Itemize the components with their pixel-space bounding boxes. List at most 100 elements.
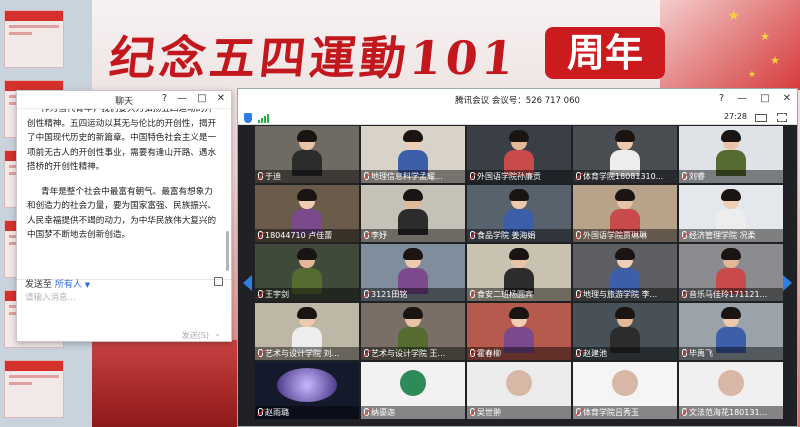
send-to-row: 发送至 所有人 ▼: [25, 277, 90, 290]
help-button[interactable]: ?: [162, 93, 167, 104]
participant-tile[interactable]: 纳鎏迦: [361, 362, 465, 419]
participant-name: 李妤: [361, 229, 465, 242]
participant-name-label: 于迪: [265, 172, 281, 181]
participant-tile[interactable]: 艺术与设计学院 刘...: [255, 303, 359, 360]
maximize-button[interactable]: □: [197, 93, 206, 104]
close-button[interactable]: ✕: [217, 93, 225, 104]
mic-muted-icon: [470, 290, 475, 298]
mic-muted-icon: [470, 231, 475, 239]
participant-tile[interactable]: 王宇剑: [255, 244, 359, 301]
chevron-down-icon[interactable]: ⌄: [214, 329, 221, 338]
participant-tile[interactable]: 外国语学院孙廉贡: [467, 126, 571, 183]
mic-muted-icon: [470, 172, 475, 180]
participant-name-label: 艺术与设计学院 刘...: [265, 349, 340, 358]
participant-video: [292, 130, 322, 176]
participant-name-label: 3121田铭: [371, 290, 408, 299]
chat-message-input[interactable]: 请输入消息...: [25, 291, 76, 303]
chat-message: 青年是整个社会中最富有朝气、最富有想象力和创造力的社会力量，要为国家富强、民族振…: [27, 186, 217, 241]
participant-tile[interactable]: 18044710 卢佳蕾: [255, 185, 359, 242]
participant-name: 赵雨璐: [255, 406, 359, 419]
participant-video: [292, 307, 322, 353]
chat-scrollbar[interactable]: [226, 231, 229, 271]
participant-name-label: 体育学院吕秀玉: [583, 408, 639, 417]
fullscreen-icon[interactable]: [777, 113, 787, 122]
participant-video: [716, 189, 746, 235]
participant-name-label: 赵建池: [583, 349, 607, 358]
minimize-button[interactable]: —: [177, 93, 187, 104]
meeting-titlebar: 腾讯会议 会议号：526 717 060 ? — □ ✕: [238, 89, 797, 111]
participant-tile[interactable]: 吴世翀: [467, 362, 571, 419]
participant-tile[interactable]: 音乐马佳玲171121...: [679, 244, 783, 301]
participant-tile[interactable]: 食安二班杨圆宾: [467, 244, 571, 301]
signal-icon[interactable]: [258, 114, 269, 123]
participant-tile[interactable]: 3121田铭: [361, 244, 465, 301]
star-icon: ★: [760, 30, 770, 43]
participant-tile[interactable]: 赵雨璐: [255, 362, 359, 419]
previous-page-arrow-icon[interactable]: [243, 275, 252, 291]
participant-name-label: 赵雨璐: [265, 408, 289, 417]
mic-muted-icon: [576, 408, 581, 416]
participant-video: [716, 130, 746, 176]
chevron-down-icon[interactable]: ▼: [85, 281, 90, 289]
maximize-button[interactable]: □: [760, 93, 769, 104]
meeting-timer: 27:28: [723, 112, 747, 121]
send-to-recipient-select[interactable]: 所有人: [55, 280, 82, 290]
meeting-toolbar: 27:28: [238, 111, 797, 125]
participant-video: [398, 130, 428, 176]
participant-video: [504, 248, 534, 294]
participant-tile[interactable]: 赵建池: [573, 303, 677, 360]
export-icon[interactable]: [214, 277, 223, 286]
participant-tile[interactable]: 于迪: [255, 126, 359, 183]
participant-video: [398, 189, 428, 235]
send-button[interactable]: 发送(S): [182, 330, 209, 341]
participant-name: 18044710 卢佳蕾: [255, 229, 359, 242]
mic-muted-icon: [258, 290, 263, 298]
participant-name: 食品学院 姜海娟: [467, 229, 571, 242]
participant-video: [716, 248, 746, 294]
participant-name: 体育学院18081310...: [573, 170, 677, 183]
minimize-button[interactable]: —: [737, 93, 747, 104]
participant-name: 纳鎏迦: [361, 406, 465, 419]
participant-name-label: 经济管理学院 况柔: [689, 231, 756, 240]
help-button[interactable]: ?: [719, 93, 724, 104]
slide-thumbnail[interactable]: [4, 360, 64, 418]
close-button[interactable]: ✕: [783, 93, 791, 104]
chat-message-list[interactable]: 作为当代青年，我们要大力弘扬五四运动的开创性精神。五四运动以其无与伦比的开创性，…: [17, 109, 223, 277]
mic-muted-icon: [682, 349, 687, 357]
participant-tile[interactable]: 经济管理学院 况柔: [679, 185, 783, 242]
participant-tile[interactable]: 地理信息科学孟耀...: [361, 126, 465, 183]
participant-name-label: 纳鎏迦: [371, 408, 395, 417]
participant-tile[interactable]: 地理与旅游学院 李...: [573, 244, 677, 301]
participant-video: [610, 307, 640, 353]
participant-tile[interactable]: 艺术与设计学院 王...: [361, 303, 465, 360]
participant-tile[interactable]: 李妤: [361, 185, 465, 242]
participant-tile[interactable]: 体育学院18081310...: [573, 126, 677, 183]
participant-tile[interactable]: 刘睿: [679, 126, 783, 183]
participant-name-label: 体育学院18081310...: [583, 172, 664, 181]
participant-name: 地理与旅游学院 李...: [573, 288, 677, 301]
slide-decoration: [92, 340, 252, 427]
participant-tile[interactable]: 毕禹飞: [679, 303, 783, 360]
shield-icon[interactable]: [244, 113, 252, 123]
mic-muted-icon: [258, 349, 263, 357]
avatar: [277, 368, 337, 402]
next-page-arrow-icon[interactable]: [783, 275, 792, 291]
participant-tile[interactable]: 体育学院吕秀玉: [573, 362, 677, 419]
participant-tile[interactable]: 文法范海花180131...: [679, 362, 783, 419]
participant-name-label: 音乐马佳玲171121...: [689, 290, 768, 299]
mic-muted-icon: [470, 408, 475, 416]
star-icon: ★: [770, 54, 780, 67]
participant-tile[interactable]: 外国语学院贾琳琳: [573, 185, 677, 242]
slide-banner-title: 纪念五四運動101: [106, 31, 521, 85]
mic-muted-icon: [364, 349, 369, 357]
participant-name: 外国语学院贾琳琳: [573, 229, 677, 242]
participant-name: 外国语学院孙廉贡: [467, 170, 571, 183]
participant-name-label: 地理与旅游学院 李...: [583, 290, 658, 299]
participant-video: [504, 189, 534, 235]
participant-name: 吴世翀: [467, 406, 571, 419]
participant-tile[interactable]: 霍春柳: [467, 303, 571, 360]
participant-name-label: 吴世翀: [477, 408, 501, 417]
participant-tile[interactable]: 食品学院 姜海娟: [467, 185, 571, 242]
layout-icon[interactable]: [755, 114, 767, 122]
slide-thumbnail[interactable]: [4, 10, 64, 68]
